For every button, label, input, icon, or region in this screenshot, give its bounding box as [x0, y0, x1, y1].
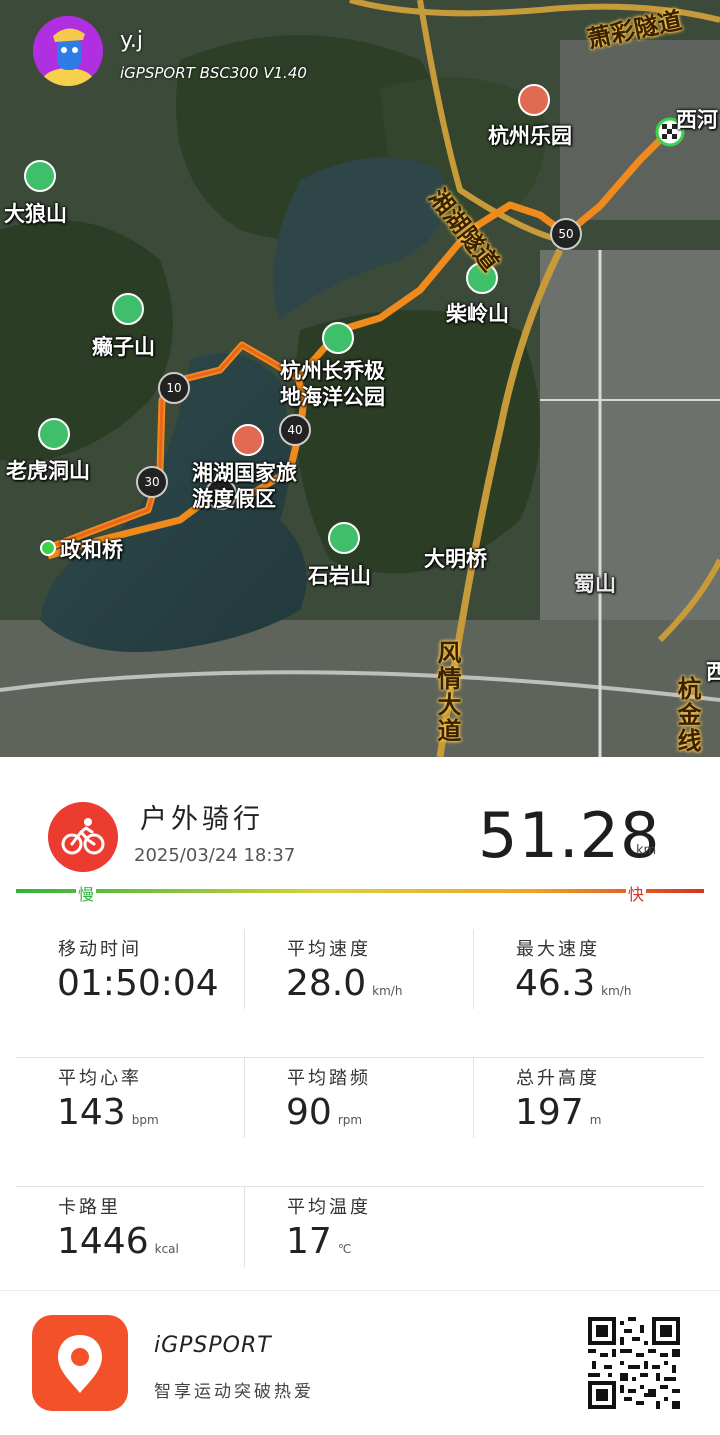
stat-label: 平均速度 [287, 939, 371, 960]
speed-gradient-bar [16, 889, 704, 893]
stat-label: 移动时间 [58, 939, 142, 960]
stat-value: 197 m [515, 1092, 601, 1133]
stat-unit: m [589, 1113, 602, 1127]
stat-label: 总升高度 [516, 1068, 600, 1089]
stat-value: 1446 kcal [57, 1221, 179, 1262]
stat-moving-time: 移动时间 01:50:04 [16, 929, 245, 1057]
poi-label-chailing-mountain: 柴岭山 [446, 302, 509, 326]
stat-value: 90 rpm [286, 1092, 362, 1133]
stat-label: 最大速度 [516, 939, 600, 960]
poi-label-laohudong-mountain: 老虎洞山 [6, 459, 90, 483]
igpsport-logo-icon [32, 1315, 128, 1411]
poi-label-laizi-mountain: 癞子山 [92, 335, 155, 359]
stats-row: 移动时间 01:50:04 平均速度 28.0 km/h 最大速度 46.3 km/… [16, 929, 704, 1058]
place-label-shu-mountain: 蜀山 [574, 572, 616, 596]
stat-max-speed: 最大速度 46.3 km/h [474, 929, 703, 1057]
start-marker [40, 540, 56, 556]
stat-value: 01:50:04 [57, 963, 225, 1004]
stat-label: 平均踏频 [287, 1068, 371, 1089]
park-pin-icon [322, 322, 354, 354]
stat-unit: rpm [337, 1113, 363, 1127]
poi-label-hangzhou-paradise: 杭州乐园 [488, 124, 572, 148]
stat-number: 197 [515, 1092, 584, 1133]
sport-type: 户外骑行 [140, 804, 264, 835]
stats-row: 平均心率 143 bpm 平均踏频 90 rpm 总升高度 197 m [16, 1058, 704, 1187]
poi-label-dalang-mountain: 大狼山 [4, 202, 67, 226]
stat-unit: bpm [131, 1113, 159, 1127]
stat-value: 28.0 km/h [286, 963, 402, 1004]
route-map[interactable]: 10 20 30 40 50 萧彩隧道 杭州乐园 西河 大狼山 湘湖隧道 柴岭山… [0, 0, 720, 757]
stat-label: 平均温度 [287, 1197, 371, 1218]
stat-value: 143 bpm [57, 1092, 159, 1133]
stat-label: 平均心率 [58, 1068, 142, 1089]
stat-number: 1446 [57, 1221, 149, 1262]
app-footer: iGPSPORT 智享运动突破热爱 [0, 1290, 720, 1435]
avatar[interactable] [33, 16, 103, 86]
road-label-fengqing-avenue: 风情大道 [433, 640, 461, 744]
stats-grid: 移动时间 01:50:04 平均速度 28.0 km/h 最大速度 46.3 km/… [16, 929, 704, 1315]
stat-unit: kcal [154, 1242, 179, 1256]
poi-label-xianghu-resort: 湘湖国家旅 游度假区 [192, 461, 297, 511]
stat-label: 卡路里 [58, 1197, 121, 1218]
poi-label-changqiaoji-park: 杭州长乔极 地海洋公园 [280, 359, 385, 409]
place-label-daming-bridge: 大明桥 [424, 547, 487, 571]
km-marker-10: 10 [158, 372, 190, 404]
place-label-zhenghe-bridge: 政和桥 [60, 538, 123, 562]
stat-number: 01:50:04 [57, 963, 219, 1004]
device-info: iGPSPORT BSC300 V1.40 [120, 64, 307, 82]
mountain-pin-icon [112, 293, 144, 325]
avatar-cartoon-icon [33, 16, 103, 86]
qr-code[interactable] [588, 1317, 680, 1409]
speed-legend-slow: 慢 [76, 881, 97, 905]
stat-number: 17 [286, 1221, 332, 1262]
stat-total-ascent: 总升高度 197 m [474, 1058, 703, 1186]
stat-value: 46.3 km/h [515, 963, 631, 1004]
mountain-pin-icon [38, 418, 70, 450]
stat-number: 46.3 [515, 963, 596, 1004]
cycling-icon [48, 802, 118, 872]
activity-date: 2025/03/24 18:37 [134, 845, 296, 866]
stat-avg-heart-rate: 平均心率 143 bpm [16, 1058, 245, 1186]
stat-unit: ℃ [337, 1242, 352, 1256]
stat-unit: km/h [601, 984, 632, 998]
poi-label-shiyan-mountain: 石岩山 [308, 564, 371, 588]
user-name: y.j [120, 28, 143, 53]
mountain-pin-icon [328, 522, 360, 554]
km-marker-50: 50 [550, 218, 582, 250]
amusement-park-pin-icon [518, 84, 550, 116]
distance-unit: km [636, 843, 657, 858]
stat-avg-cadence: 平均踏频 90 rpm [245, 1058, 474, 1186]
stat-number: 28.0 [286, 963, 367, 1004]
total-distance: 51.28 [478, 799, 661, 872]
app-slogan: 智享运动突破热爱 [154, 1382, 314, 1402]
speed-legend-fast: 快 [626, 881, 647, 905]
km-marker-30: 30 [136, 466, 168, 498]
place-label-edge: 西 [706, 660, 720, 684]
stat-unit: km/h [372, 984, 403, 998]
app-name: iGPSPORT [154, 1333, 272, 1358]
stat-number: 90 [286, 1092, 332, 1133]
mountain-pin-icon [24, 160, 56, 192]
km-marker-40: 40 [279, 414, 311, 446]
stat-avg-speed: 平均速度 28.0 km/h [245, 929, 474, 1057]
resort-pin-icon [232, 424, 264, 456]
place-label-xihe: 西河 [676, 108, 718, 132]
road-label-hangjin-line: 杭金线 [673, 676, 701, 754]
stat-number: 143 [57, 1092, 126, 1133]
stat-value: 17 ℃ [286, 1221, 351, 1262]
